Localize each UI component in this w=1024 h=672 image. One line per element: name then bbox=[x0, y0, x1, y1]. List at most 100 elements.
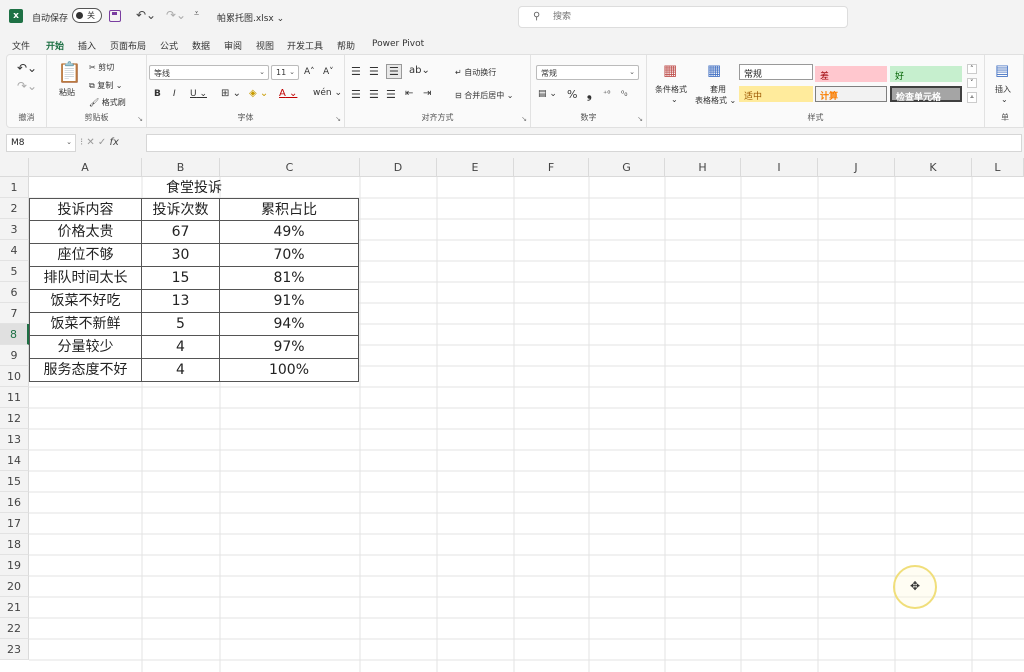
table-cell[interactable]: 100% bbox=[220, 359, 359, 382]
table-cell[interactable]: 服务态度不好 bbox=[29, 359, 142, 382]
row-header-2[interactable]: 2 bbox=[0, 198, 29, 219]
style-calculation[interactable]: 计算 bbox=[815, 86, 887, 102]
table-cell[interactable]: 91% bbox=[220, 290, 359, 313]
table-cell[interactable]: 分量较少 bbox=[29, 336, 142, 359]
font-launcher-icon[interactable]: ↘ bbox=[335, 115, 341, 123]
row-header-5[interactable]: 5 bbox=[0, 261, 29, 282]
row-header-9[interactable]: 9 bbox=[0, 345, 29, 366]
table-format-button[interactable]: 表格格式 ⌄ bbox=[695, 95, 736, 106]
ribbon-redo-icon[interactable]: ↷⌄ bbox=[17, 79, 37, 93]
table-cell[interactable]: 价格太贵 bbox=[29, 221, 142, 244]
conditional-format-icon[interactable]: ▦ bbox=[663, 61, 677, 79]
accounting-format-button[interactable]: ▤ ⌄ bbox=[538, 89, 557, 99]
wrap-text-button[interactable]: ↵ 自动换行 bbox=[455, 67, 496, 78]
align-left-icon[interactable]: ☰ bbox=[351, 88, 361, 101]
font-size-select[interactable]: 11 ⌄ bbox=[271, 65, 299, 80]
table-header-cell[interactable]: 投诉次数 bbox=[142, 198, 220, 221]
formula-input[interactable] bbox=[146, 134, 1022, 152]
row-header-19[interactable]: 19 bbox=[0, 555, 29, 576]
copy-button[interactable]: ⧉ 复制 ⌄ bbox=[89, 80, 123, 91]
row-header-10[interactable]: 10 bbox=[0, 366, 29, 387]
column-header-a[interactable]: A bbox=[29, 158, 142, 177]
phonetic-button[interactable]: wén ⌄ bbox=[313, 88, 342, 98]
search-input[interactable] bbox=[553, 10, 833, 24]
align-middle-icon[interactable]: ☰ bbox=[369, 65, 379, 78]
bold-button[interactable]: B bbox=[154, 89, 161, 99]
tab-page-layout[interactable]: 页面布局 bbox=[110, 39, 146, 52]
sheet-title[interactable]: 食堂投诉 bbox=[29, 177, 359, 199]
table-cell[interactable]: 4 bbox=[142, 359, 220, 382]
autosave-toggle[interactable]: 关 bbox=[72, 8, 102, 23]
row-header-16[interactable]: 16 bbox=[0, 492, 29, 513]
row-header-15[interactable]: 15 bbox=[0, 471, 29, 492]
row-header-17[interactable]: 17 bbox=[0, 513, 29, 534]
table-cell[interactable]: 5 bbox=[142, 313, 220, 336]
redo-icon[interactable]: ↷⌄ bbox=[166, 8, 186, 22]
table-cell[interactable]: 70% bbox=[220, 244, 359, 267]
style-neutral[interactable]: 适中 bbox=[739, 86, 813, 102]
save-icon[interactable] bbox=[109, 10, 121, 22]
enter-icon[interactable]: ✓ bbox=[98, 137, 110, 148]
comma-style-button[interactable]: ❟ bbox=[587, 87, 592, 102]
tab-review[interactable]: 审阅 bbox=[224, 39, 242, 52]
style-good[interactable]: 好 bbox=[890, 66, 962, 82]
column-header-i[interactable]: I bbox=[741, 158, 818, 177]
increase-decimal-icon[interactable]: ⁺⁰ bbox=[603, 89, 610, 98]
search-box[interactable]: ⚲ bbox=[518, 6, 848, 28]
tab-view[interactable]: 视图 bbox=[256, 39, 274, 52]
column-header-j[interactable]: J bbox=[818, 158, 895, 177]
table-cell[interactable]: 饭菜不好吃 bbox=[29, 290, 142, 313]
name-box[interactable]: M8 ⌄ bbox=[6, 134, 76, 152]
table-cell[interactable]: 15 bbox=[142, 267, 220, 290]
customize-quick-access-icon[interactable]: ⩡ bbox=[194, 9, 199, 19]
underline-button[interactable]: U ⌄ bbox=[190, 89, 207, 99]
column-header-h[interactable]: H bbox=[665, 158, 741, 177]
row-header-7[interactable]: 7 bbox=[0, 303, 29, 324]
table-cell[interactable]: 饭菜不新鲜 bbox=[29, 313, 142, 336]
table-cell[interactable]: 排队时间太长 bbox=[29, 267, 142, 290]
column-header-l[interactable]: L bbox=[972, 158, 1024, 177]
table-cell[interactable]: 94% bbox=[220, 313, 359, 336]
orientation-icon[interactable]: ab⌄ bbox=[409, 65, 430, 76]
table-cell[interactable]: 13 bbox=[142, 290, 220, 313]
font-color-button[interactable]: A ⌄ bbox=[279, 88, 297, 99]
column-header-b[interactable]: B bbox=[142, 158, 220, 177]
increase-indent-icon[interactable]: ⇥ bbox=[423, 88, 431, 99]
decrease-indent-icon[interactable]: ⇤ bbox=[405, 88, 413, 99]
row-header-14[interactable]: 14 bbox=[0, 450, 29, 471]
styles-scroll-down-icon[interactable]: ˅ bbox=[967, 78, 977, 88]
align-top-icon[interactable]: ☰ bbox=[351, 65, 361, 78]
undo-icon[interactable]: ↶⌄ bbox=[136, 8, 156, 22]
file-name[interactable]: 帕累托图.xlsx ⌄ bbox=[217, 11, 284, 24]
row-header-6[interactable]: 6 bbox=[0, 282, 29, 303]
row-header-12[interactable]: 12 bbox=[0, 408, 29, 429]
style-bad[interactable]: 差 bbox=[815, 66, 887, 82]
tab-home[interactable]: 开始 bbox=[46, 39, 65, 56]
table-cell[interactable]: 49% bbox=[220, 221, 359, 244]
insert-cells-icon[interactable]: ▤ bbox=[995, 61, 1009, 79]
row-header-3[interactable]: 3 bbox=[0, 219, 29, 240]
shrink-font-button[interactable]: A˅ bbox=[323, 67, 334, 77]
row-header-23[interactable]: 23 bbox=[0, 639, 29, 660]
grow-font-button[interactable]: A˄ bbox=[304, 67, 315, 77]
row-header-13[interactable]: 13 bbox=[0, 429, 29, 450]
tab-help[interactable]: 帮助 bbox=[337, 39, 355, 52]
clipboard-launcher-icon[interactable]: ↘ bbox=[137, 115, 143, 123]
conditional-format-button[interactable]: 条件格式 bbox=[655, 84, 687, 95]
column-header-e[interactable]: E bbox=[437, 158, 514, 177]
cut-button[interactable]: ✂ 剪切 bbox=[89, 62, 114, 73]
table-format-icon[interactable]: ▦ bbox=[707, 61, 721, 79]
merge-center-button[interactable]: ⊟ 合并后居中 ⌄ bbox=[455, 90, 514, 101]
table-cell[interactable]: 67 bbox=[142, 221, 220, 244]
ribbon-undo-icon[interactable]: ↶⌄ bbox=[17, 61, 37, 75]
align-center-icon[interactable]: ☰ bbox=[369, 88, 379, 101]
insert-function-button[interactable]: fx bbox=[109, 137, 118, 148]
row-header-4[interactable]: 4 bbox=[0, 240, 29, 261]
worksheet-grid[interactable]: ABCDEFGHIJKL 1 2 3 4 5 6 7 8 9 10 11 12 13 14 15 16 17 18… bbox=[0, 158, 1024, 672]
insert-cells-button[interactable]: 插入 bbox=[995, 84, 1011, 95]
column-header-g[interactable]: G bbox=[589, 158, 665, 177]
row-header-1[interactable]: 1 bbox=[0, 177, 29, 198]
paste-icon[interactable]: 📋 bbox=[57, 60, 82, 84]
tab-developer[interactable]: 开发工具 bbox=[287, 39, 323, 52]
border-button[interactable]: ⊞ ⌄ bbox=[221, 88, 241, 99]
